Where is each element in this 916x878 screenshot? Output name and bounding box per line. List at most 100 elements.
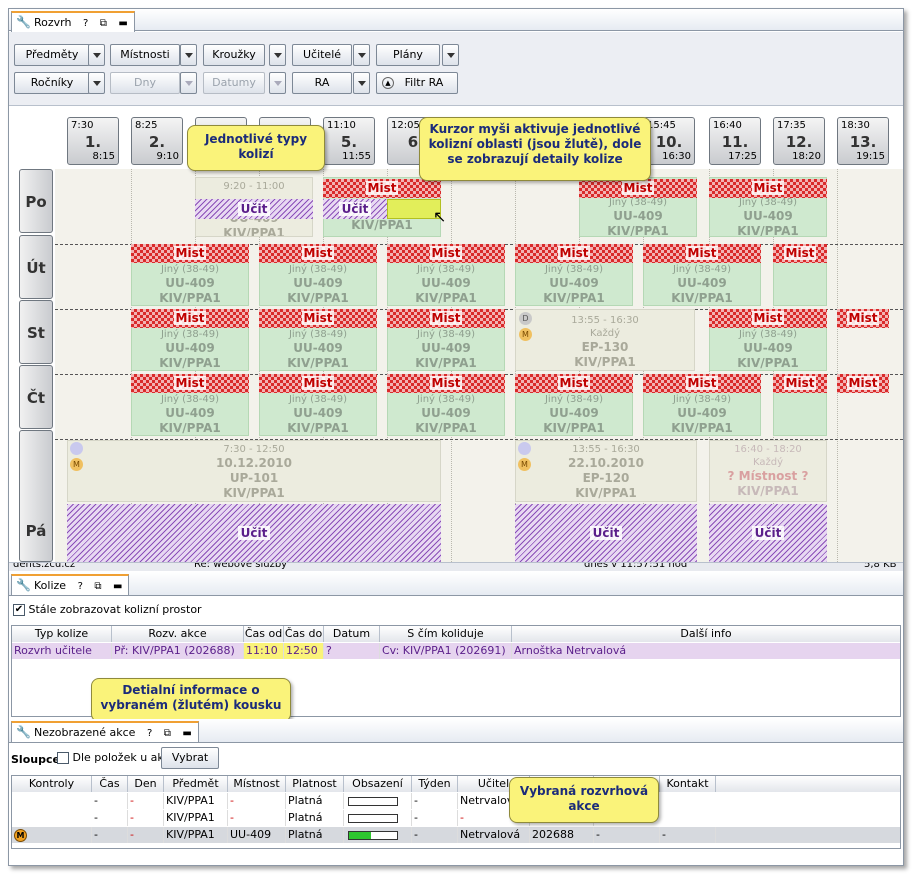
table-row[interactable]: - - KIV/PPA1 - Platná - Netrvalová [12,793,900,809]
hour-header-1[interactable]: 7:30 1. 8:15 [67,117,119,165]
predmety-dropdown-icon[interactable] [88,44,105,66]
mist-ct-2[interactable]: Mist [259,374,377,393]
krouzky-button[interactable]: Kroužky [203,44,265,66]
float-icon[interactable]: ⧉ [94,581,101,592]
ucit-pa-2[interactable]: Učit [515,504,697,562]
mist-st-1[interactable]: Mist [131,309,249,328]
day-pa[interactable]: Pá [19,430,53,562]
rocniky-dropdown-icon[interactable] [88,72,105,94]
plany-button[interactable]: Plány [376,44,440,66]
mist-ut-1[interactable]: Mist [131,244,249,263]
mist-ct-4[interactable]: Mist [515,374,633,393]
mist-ct-1[interactable]: Mist [131,374,249,393]
col-cas-do[interactable]: Čas do [284,626,324,642]
mist-ct-7[interactable]: Mist [837,374,889,393]
dny-button[interactable]: Dny [110,72,180,94]
filtr-ra-button[interactable]: ▲ Filtr RA [376,72,458,94]
col-cas-od[interactable]: Čas od [244,626,284,642]
vybrat-button[interactable]: Vybrat [161,747,219,769]
mist-st-5[interactable]: Mist [709,309,827,328]
tab-rozvrh[interactable]: 🔧 Rozvrh ? ⧉ ▬ [11,11,135,32]
mist-po-3[interactable]: Mist [579,179,697,198]
ucit-pa-3[interactable]: Učit [709,504,827,562]
mist-ct-3[interactable]: Mist [387,374,505,393]
help-icon[interactable]: ? [83,18,88,29]
mist-ut-5[interactable]: Mist [643,244,761,263]
mist-st-6[interactable]: Mist [837,309,889,328]
mist-po-2[interactable]: Mist [323,179,441,198]
ucitele-dropdown-icon[interactable] [353,44,370,66]
hour-header-13[interactable]: 18:30 13. 19:15 [837,117,889,165]
mist-ct-6[interactable]: Mist [773,374,827,393]
event-st-4[interactable]: 13:55 - 16:30 Každý EP-130 KIV/PPA1 [515,309,695,371]
col-s-cim-koliduje[interactable]: S čím koliduje [380,626,512,642]
mist-ut-3[interactable]: Mist [387,244,505,263]
rocniky-button[interactable]: Ročníky [14,72,90,94]
day-po[interactable]: Po [19,169,53,233]
minimize-icon[interactable]: ▬ [113,581,122,592]
nezobrazene-table[interactable]: Kontroly Čas Den Předmět Místnost Platno… [11,775,901,849]
mist-ut-2[interactable]: Mist [259,244,377,263]
hour-header-11[interactable]: 16:40 11. 17:25 [709,117,761,165]
mistnosti-button[interactable]: Místnosti [110,44,180,66]
mist-ut-4[interactable]: Mist [515,244,633,263]
dle-polozek-option[interactable]: Dle položek u akcí [57,751,173,764]
col-kontakt[interactable]: Kontakt [660,776,716,792]
kolize-option[interactable]: ✔ Stále zobrazovat kolizní prostor [13,603,202,616]
hour-header-2[interactable]: 8:25 2. 9:10 [131,117,183,165]
dny-dropdown-icon[interactable] [180,72,197,94]
minimize-icon[interactable]: ▬ [182,728,191,739]
col-obsazeni[interactable]: Obsazení [344,776,412,792]
help-icon[interactable]: ? [147,728,152,739]
col-cas[interactable]: Čas [92,776,128,792]
plany-dropdown-icon[interactable] [442,44,459,66]
checkbox-unchecked-icon[interactable] [57,752,69,764]
schedule-grid[interactable]: 7:30 1. 8:15 8:25 2. 9:10 11:10 5. 11:55 12:05… [9,107,903,562]
mist-po-4[interactable]: Mist [709,179,827,198]
col-rozv-akce[interactable]: Rozv. akce [112,626,244,642]
krouzky-dropdown-icon[interactable] [269,44,286,66]
table-row-selected[interactable]: M - - KIV/PPA1 UU-409 Platná - Netrvalov… [12,827,900,843]
day-ut[interactable]: Út [19,235,53,299]
rozvrh-tabstrip: 🔧 Rozvrh ? ⧉ ▬ [9,9,903,32]
ra-dropdown-icon[interactable] [353,72,370,94]
mist-st-2[interactable]: Mist [259,309,377,328]
hour-header-12[interactable]: 17:35 12. 18:20 [773,117,825,165]
table-row[interactable]: Rozvrh učitele Př: KIV/PPA1 (202688) 11:… [12,643,900,659]
event-pa-2[interactable]: 13:55 - 16:30 22.10.2010 EP-120 KIV/PPA1 [515,440,697,502]
day-st[interactable]: St [19,300,53,364]
mist-ct-5[interactable]: Mist [643,374,761,393]
col-mistnost[interactable]: Místnost [228,776,286,792]
hour-header-5[interactable]: 11:10 5. 11:55 [323,117,375,165]
float-icon[interactable]: ⧉ [100,18,107,29]
table-row[interactable]: - - KIV/PPA1 - Platná - - 215628 [12,810,900,826]
datumy-button[interactable]: Datumy [203,72,265,94]
col-kontroly[interactable]: Kontroly [12,776,92,792]
day-ct[interactable]: Čt [19,365,53,429]
mist-st-3[interactable]: Mist [387,309,505,328]
help-icon[interactable]: ? [78,581,83,592]
col-platnost[interactable]: Platnost [286,776,344,792]
ucit-po-1[interactable]: Učit [195,199,313,219]
ra-button[interactable]: RA [292,72,352,94]
predmety-button[interactable]: Předměty [14,44,90,66]
col-dalsi-info[interactable]: Další info [512,626,900,642]
event-pa-3[interactable]: 16:40 - 18:20 Každý? Místnost ? KIV/PPA1 [709,440,827,502]
datumy-dropdown-icon[interactable] [269,72,286,94]
col-predmet[interactable]: Předmět [164,776,228,792]
mistnosti-dropdown-icon[interactable] [180,44,197,66]
float-icon[interactable]: ⧉ [164,728,171,739]
event-pa-1[interactable]: 7:30 - 12:50 10.12.2010 UP-101 KIV/PPA1 [67,440,441,502]
ucit-po-2[interactable]: Učit [323,199,387,219]
checkbox-checked-icon[interactable]: ✔ [13,604,25,616]
tab-nezobrazene[interactable]: 🔧 Nezobrazené akce ? ⧉ ▬ [11,721,199,742]
col-tyden[interactable]: Týden [412,776,458,792]
minimize-icon[interactable]: ▬ [118,18,127,29]
ucit-pa-1[interactable]: Učit [67,504,441,562]
ucitele-button[interactable]: Učitelé [292,44,352,66]
mist-ut-6[interactable]: Mist [773,244,827,263]
tab-kolize[interactable]: 🔧 Kolize ? ⧉ ▬ [11,574,130,595]
col-typ-kolize[interactable]: Typ kolize [12,626,112,642]
col-den[interactable]: Den [128,776,164,792]
col-datum[interactable]: Datum [324,626,380,642]
